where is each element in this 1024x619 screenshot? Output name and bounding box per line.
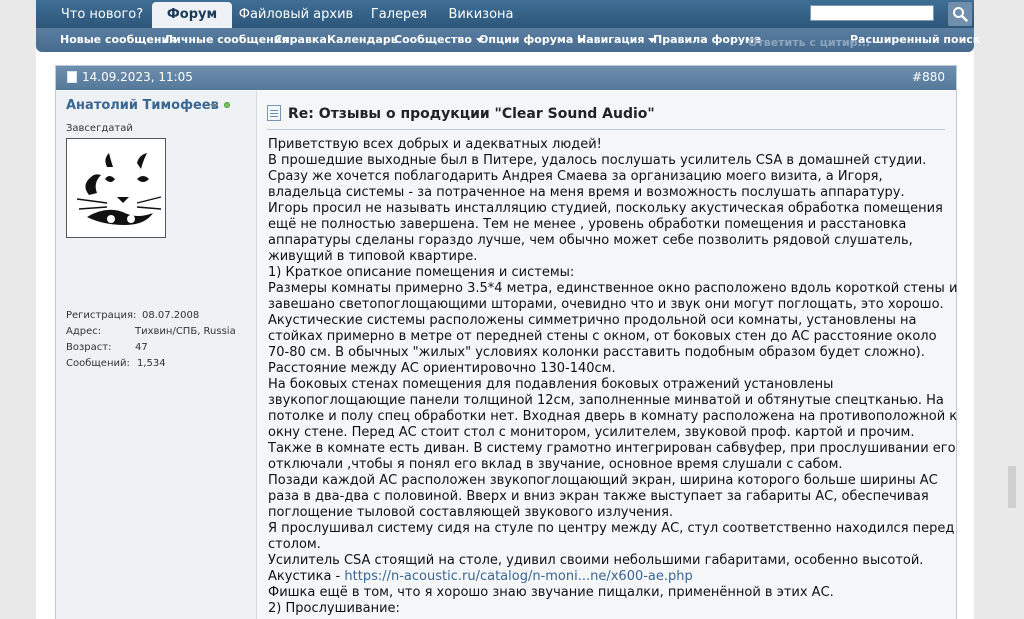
title-divider [267, 129, 945, 130]
stat-posts-label: Сообщений: [66, 358, 130, 369]
post-body-line: владельца системы - за потраченное на ме… [268, 185, 905, 200]
tab-file-archive[interactable]: Файловый архив [236, 2, 356, 28]
post-date: 14.09.2023, 11:05 [82, 70, 193, 84]
post-body-line: Я прослушивал систему сидя на стуле по ц… [268, 521, 955, 536]
subnav-forum-rules[interactable]: Правила форума [653, 28, 761, 52]
post-body-line: живущий в типовой квартире. [268, 249, 478, 264]
user-menu-chevron-icon[interactable] [210, 104, 218, 109]
post-body-line: 2) Прослушивание: [268, 601, 400, 616]
subnav-forum-options[interactable]: Опции форума [479, 28, 586, 52]
subnav-private-messages-label: Личные сообщения [164, 33, 289, 46]
cat-avatar-image [67, 139, 165, 237]
acoustics-link[interactable]: https://n-acoustic.ru/catalog/n-moni...n… [344, 569, 692, 584]
stat-address-label: Адрес: [66, 326, 102, 337]
post-body-line: Позади каждой АС расположен звукопоглоща… [268, 473, 938, 488]
search-button[interactable] [948, 2, 972, 26]
post-body: Приветствую всех добрых и адекватных люд… [268, 137, 958, 617]
post-body-line: потолке и полу спец обработки нет. Входн… [268, 409, 958, 424]
post-body-line: 70-80 см. В обычных "жилых" условиях кол… [268, 345, 925, 360]
stat-address-value: Тихвин/СПБ, Russia [135, 326, 236, 337]
subnav-new-posts[interactable]: Новые сообщения [60, 28, 176, 52]
online-status-icon [224, 102, 230, 108]
subnav-private-messages[interactable]: Личные сообщения [164, 28, 289, 52]
tab-gallery[interactable]: Галерея [360, 2, 438, 28]
subnav-help[interactable]: Справка [274, 28, 327, 52]
post-body-line: Размеры комнаты примерно 3.5*4 метра, ед… [268, 281, 958, 296]
stat-age-label: Возраст: [66, 342, 112, 353]
tab-wikizone[interactable]: Викизона [442, 2, 520, 28]
subnav-calendar-label: Календарь [327, 33, 398, 46]
stat-posts: Сообщений: 1,534 [66, 358, 166, 369]
post-body-line: Также в комнате есть диван. В систему гр… [268, 441, 956, 456]
post-body-line: звукопоглощающие панели толщиной 12см, з… [268, 393, 944, 408]
main-tab-row: Что нового? Форум Файловый архив Галерея… [36, 0, 974, 28]
post-body-line: 1) Краткое описание помещения и системы: [268, 265, 575, 280]
post-body-line: В прошедшие выходные был в Питере, удало… [268, 153, 927, 168]
post-title: Re: Отзывы о продукции "Clear Sound Audi… [288, 106, 655, 122]
post-number-link[interactable]: #880 [912, 70, 945, 84]
post-body-line: Фишка ещё в том, что я хорошо знаю звуча… [268, 585, 834, 600]
post-body-line: завешано светопоглощающими шторами, очев… [268, 297, 944, 312]
top-navbar: Что нового? Форум Файловый архив Галерея… [36, 0, 980, 52]
post-body-line: Игорь просил не называть инсталляцию сту… [268, 201, 943, 216]
post-body-line: На боковых стенах помещения для подавлен… [268, 377, 834, 392]
post-body-line: стойках примерно в метре от передней сте… [268, 329, 937, 344]
post-body-lines-after: Фишка ещё в том, что я хорошо знаю звуча… [268, 585, 956, 617]
post-body-line: ещё не полностью завершена. Тем не менее… [268, 217, 907, 232]
post-body-link-line: Акустика - https://n-acoustic.ru/catalog… [268, 569, 956, 585]
subnav-help-label: Справка [274, 33, 327, 46]
stat-registration: Регистрация: 08.07.2008 [66, 310, 199, 321]
post-body-line: Расстояние между АС ориентировочно 130-1… [268, 361, 616, 376]
subnav-community[interactable]: Сообщество [394, 28, 484, 52]
post-body-line: отключали ,чтобы я понял его вклад в зву… [268, 457, 843, 472]
stat-registration-value: 08.07.2008 [142, 310, 200, 321]
post-header: 14.09.2023, 11:05 #880 [56, 66, 956, 90]
link-prefix: Акустика - [268, 569, 345, 584]
username-link[interactable]: Анатолий Тимофеев [66, 98, 219, 113]
search-icon [953, 7, 968, 22]
user-info-panel: Анатолий Тимофеев Завсегдатай Регистраци… [56, 91, 257, 619]
user-rank: Завсегдатай [66, 123, 133, 134]
post-body-line: раза в два-два с половиной. Вверх и вниз… [268, 489, 929, 504]
tab-whats-new[interactable]: Что нового? [56, 2, 148, 28]
subnav-new-posts-label: Новые сообщения [60, 33, 177, 46]
post-document-icon [67, 71, 77, 83]
forum-post: 14.09.2023, 11:05 #880 Анатолий Тимофеев… [55, 65, 957, 619]
post-body-line: Сразу же хочется поблагодарить Андрея См… [268, 169, 883, 184]
post-body-line: Акустические системы расположены симметр… [268, 313, 917, 328]
post-body-line: столом. [268, 537, 321, 552]
subnav-navigation[interactable]: Навигация [577, 28, 657, 52]
subnav-community-label: Сообщество [394, 33, 472, 46]
stat-registration-label: Регистрация: [66, 310, 137, 321]
subnav-forum-options-label: Опции форума [479, 33, 574, 46]
post-body-lines: Приветствую всех добрых и адекватных люд… [268, 137, 958, 569]
stat-age: Возраст: 47 [66, 342, 148, 353]
scrollbar-thumb[interactable] [1008, 466, 1016, 508]
post-body-line: Приветствую всех добрых и адекватных люд… [268, 137, 602, 152]
avatar[interactable] [66, 138, 166, 238]
subnav-forum-rules-label: Правила форума [653, 33, 762, 46]
subnav-calendar[interactable]: Календарь [327, 28, 398, 52]
search-input[interactable] [810, 5, 934, 21]
tab-forum[interactable]: Форум [152, 2, 232, 28]
subnav-navigation-label: Навигация [577, 33, 645, 46]
post-content: Re: Отзывы о продукции "Clear Sound Audi… [267, 91, 957, 619]
reply-quote-ghost-text: Ответить с цитир... [748, 36, 871, 49]
post-body-line: окну стене. Перед АС стоит стол с монито… [268, 425, 915, 440]
post-title-icon [267, 105, 281, 121]
post-body-line: поглощение тыловой составляющей звуковог… [268, 505, 674, 520]
stat-posts-value: 1,534 [137, 358, 166, 369]
stat-address: Адрес: Тихвин/СПБ, Russia [66, 326, 236, 337]
post-body-line: аппаратуры сделаны гораздо лучше, чем об… [268, 233, 913, 248]
stat-age-value: 47 [135, 342, 148, 353]
post-body-line: Усилитель CSA стоящий на столе, удивил с… [268, 553, 924, 568]
